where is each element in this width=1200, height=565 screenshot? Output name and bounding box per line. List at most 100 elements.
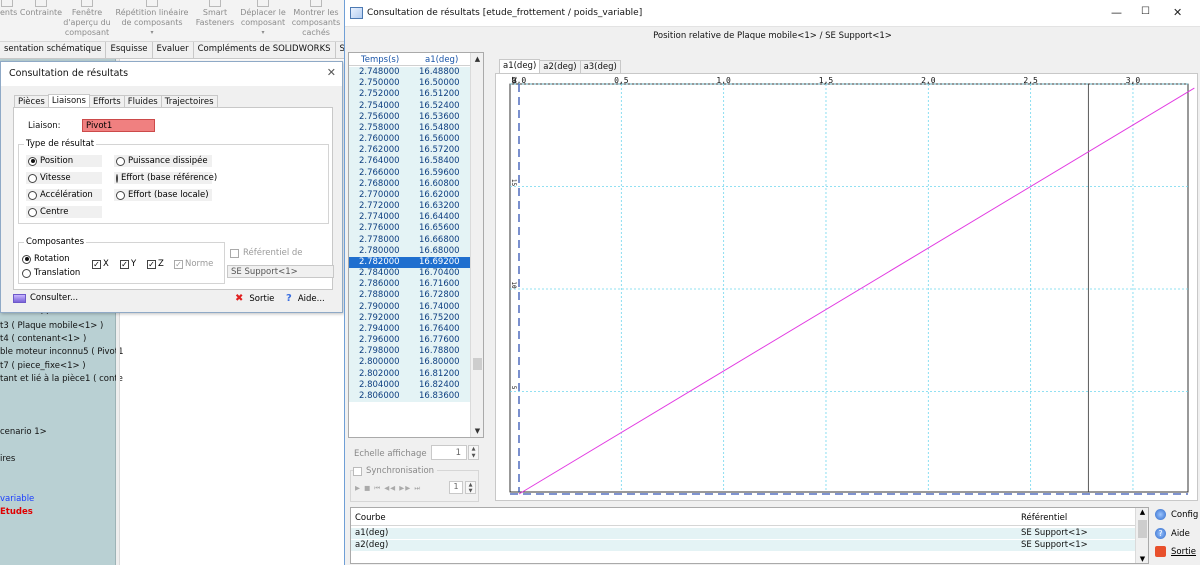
tree-item-scenario[interactable]: cenario 1> [0,427,47,437]
player-step-input[interactable]: 1 [449,481,463,494]
aide-button[interactable]: ? Aide [1155,528,1190,539]
column-header-time[interactable]: Temps(s) [349,53,409,65]
legend-row[interactable]: a2(deg) SE Support<1> [351,540,1136,551]
close-icon[interactable]: ✕ [327,66,336,79]
radio-acceleration[interactable]: Accélération [26,189,102,201]
chart-plot[interactable]: 0,0 0,5 1,0 1,5 2,0 2,5 3,02015105 [496,74,1199,502]
checkbox-referentiel[interactable]: Référentiel de [230,248,303,258]
checkbox-z[interactable]: ✓ Z [147,259,164,269]
ribbon-item-repetition[interactable]: Répétition linéaire de composants ▾ [114,0,190,38]
radio-centre[interactable]: Centre [26,206,102,218]
legend-scrollbar[interactable]: ▲ ▼ [1135,508,1148,563]
tree-item-etudes[interactable]: Etudes [0,507,33,517]
table-row[interactable]: 2.778000 16.66800 [349,234,471,246]
scroll-down-icon[interactable]: ▼ [1136,555,1148,563]
echelle-spinner[interactable]: ▲ ▼ [468,445,479,460]
ribbon-item-smart-fasteners[interactable]: Smart Fasteners [194,0,236,28]
cmd-tab-schematique[interactable]: sentation schématique [0,42,107,59]
table-row[interactable]: 2.768000 16.60800 [349,178,471,190]
liaison-select[interactable]: Pivot1 [82,119,155,132]
ribbon-item-contrainte[interactable]: Contrainte [18,0,64,18]
radio-translation[interactable]: Translation [20,267,82,279]
tree-item-variable[interactable]: variable [0,494,34,504]
ribbon-item-apercu[interactable]: Fenêtre d'aperçu du composant [62,0,112,38]
maximize-icon[interactable]: ☐ [1141,6,1150,17]
radio-rotation[interactable]: Rotation [20,253,72,265]
echelle-input[interactable]: 1 [431,445,467,460]
table-row[interactable]: 2.762000 16.57200 [349,145,471,157]
scroll-up-icon[interactable]: ▲ [1136,508,1148,516]
table-row[interactable]: 2.772000 16.63200 [349,201,471,213]
scroll-thumb[interactable] [473,358,482,370]
tab-a2[interactable]: a2(deg) [539,60,581,74]
radio-position[interactable]: Position [26,155,102,167]
table-row[interactable]: 2.776000 16.65600 [349,223,471,235]
table-row[interactable]: 2.794000 16.76400 [349,323,471,336]
ribbon-item-composants[interactable]: ents [0,0,17,18]
player-controls[interactable]: ▶ ■ ⏮ ◀◀ ▶▶ ⏭ [355,484,421,493]
tree-item[interactable]: t7 ( piece_fixe<1> ) [0,361,86,371]
table-row[interactable]: 2.756000 16.53600 [349,111,471,123]
radio-effort-reference[interactable]: Effort (base référence) [114,172,217,184]
table-row[interactable]: 2.766000 16.59600 [349,167,471,179]
referentiel-field[interactable]: SE Support<1> [227,265,334,278]
radio-vitesse[interactable]: Vitesse [26,172,102,184]
table-row[interactable]: 2.758000 16.54800 [349,122,471,135]
checkbox-norme[interactable]: ✓ Norme [174,259,213,269]
table-row[interactable]: 2.790000 16.74000 [349,301,471,313]
table-row[interactable]: 2.804000 16.82400 [349,379,471,391]
radio-puissance[interactable]: Puissance dissipée [114,155,212,167]
table-row[interactable]: 2.796000 16.77600 [349,335,471,347]
tab-a1[interactable]: a1(deg) [499,59,541,73]
table-row[interactable]: 2.786000 16.71600 [349,279,471,291]
config-button[interactable]: Config [1155,509,1198,520]
column-header-a1[interactable]: a1(deg) [409,53,471,65]
table-row[interactable]: 2.770000 16.62000 [349,189,471,202]
checkbox-y[interactable]: ✓ Y [120,259,136,269]
scroll-down-icon[interactable]: ▼ [471,425,483,437]
sortie-button[interactable]: Sortie [1155,546,1196,557]
tree-item[interactable]: t3 ( Plaque mobile<1> ) [0,321,103,331]
table-row[interactable]: 2.800000 16.80000 [349,357,471,369]
cmd-tab-evaluer[interactable]: Evaluer [153,42,194,59]
cmd-tab-complements[interactable]: Compléments de SOLIDWORKS [194,42,336,59]
cell-time: 2.804000 [359,379,400,390]
table-row[interactable]: 2.798000 16.78800 [349,346,471,358]
ribbon-item-deplacer[interactable]: Déplacer le composant ▾ [238,0,288,38]
tab-liaisons[interactable]: Liaisons [47,94,90,108]
consulter-button[interactable]: Consulter... [13,293,78,303]
table-row[interactable]: 2.760000 16.56000 [349,134,471,146]
cmd-tab-esquisse[interactable]: Esquisse [106,42,153,59]
player-step-spinner[interactable]: ▲ ▼ [465,481,476,494]
sortie-button[interactable]: ✖ Sortie [235,293,274,304]
legend-row[interactable]: a1(deg) SE Support<1> [351,528,1136,539]
table-row[interactable]: 2.754000 16.52400 [349,100,471,112]
tab-a3[interactable]: a3(deg) [579,60,621,74]
table-scrollbar[interactable]: ▲ ▼ [470,53,483,437]
close-icon[interactable]: ✕ [1173,6,1182,19]
tree-item[interactable]: ble moteur inconnu5 ( Pivot1 [0,347,124,357]
scroll-thumb[interactable] [1138,520,1147,538]
aide-button[interactable]: ? Aide... [286,293,325,304]
table-row[interactable]: 2.764000 16.58400 [349,156,471,168]
tree-item[interactable]: t4 ( contenant<1> ) [0,334,86,344]
table-row[interactable]: 2.748000 16.48800 [349,67,471,79]
table-row[interactable]: 2.750000 16.50000 [349,78,471,90]
sync-checkbox[interactable]: Synchronisation [353,466,438,476]
table-row[interactable]: 2.792000 16.75200 [349,312,471,324]
tree-item[interactable]: ires [0,454,15,464]
tree-item[interactable]: tant et lié à la pièce1 ( conte [0,374,123,384]
table-row[interactable]: 2.782000 16.69200 [349,256,471,269]
table-row[interactable]: 2.774000 16.64400 [349,212,471,224]
table-row[interactable]: 2.784000 16.70400 [349,268,471,280]
checkbox-x[interactable]: ✓ X [92,259,109,269]
minimize-icon[interactable]: — [1111,6,1122,19]
scroll-up-icon[interactable]: ▲ [471,53,483,65]
table-row[interactable]: 2.752000 16.51200 [349,89,471,101]
table-row[interactable]: 2.780000 16.68000 [349,245,471,257]
radio-effort-locale[interactable]: Effort (base locale) [114,189,212,201]
table-row[interactable]: 2.788000 16.72800 [349,290,471,302]
table-row[interactable]: 2.802000 16.81200 [349,368,471,380]
ribbon-item-montrer[interactable]: Montrer les composants cachés [290,0,342,38]
table-row[interactable]: 2.806000 16.83600 [349,390,471,403]
